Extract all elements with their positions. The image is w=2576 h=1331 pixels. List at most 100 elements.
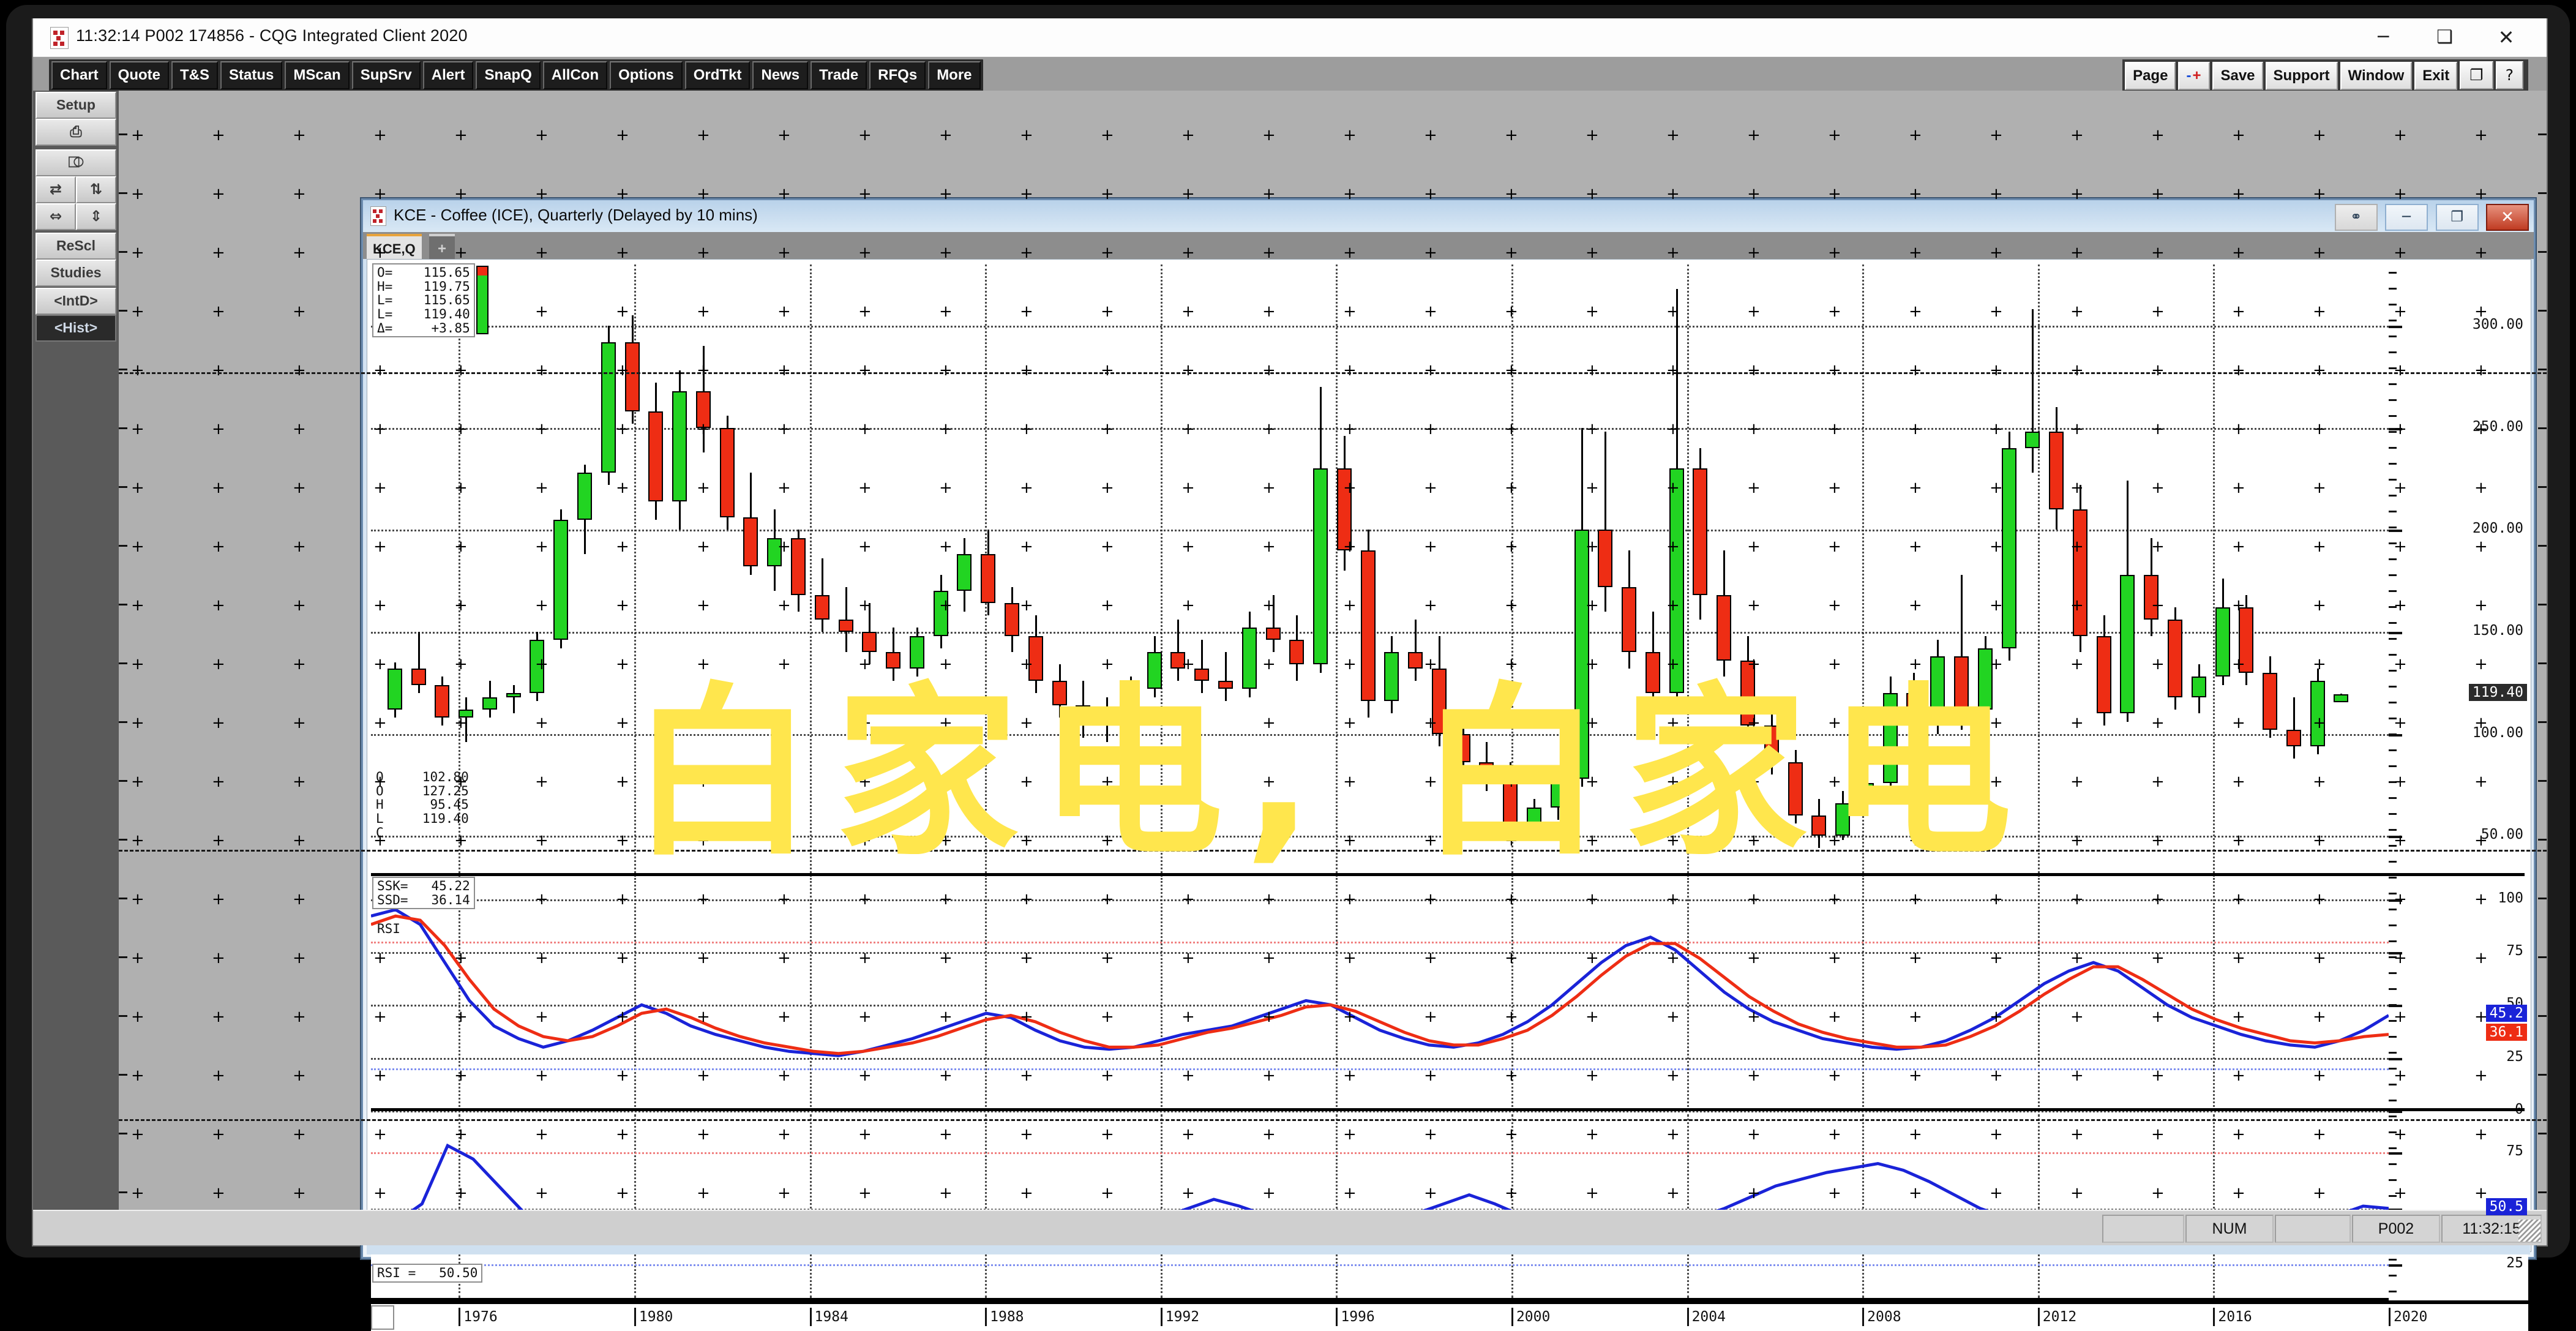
chart-minimize-button[interactable]: ─ bbox=[2385, 204, 2428, 231]
close-button[interactable]: ✕ bbox=[2477, 22, 2536, 53]
resize-grip[interactable] bbox=[2518, 1220, 2540, 1242]
desktop-grid-mark: + bbox=[858, 539, 872, 555]
desktop-grid-mark: + bbox=[2474, 362, 2488, 378]
time-axis-label: 1988 bbox=[985, 1308, 1024, 1326]
desktop-grid-mark: + bbox=[1666, 127, 1680, 143]
link-button[interactable]: ⚭ bbox=[2335, 204, 2378, 231]
global-button-exit[interactable]: Exit bbox=[2414, 62, 2457, 90]
desktop-grid-mark: + bbox=[1505, 362, 1518, 378]
menu-button-mscan[interactable]: MScan bbox=[285, 61, 349, 89]
desktop-grid-mark: + bbox=[1747, 421, 1761, 437]
menu-button-more[interactable]: More bbox=[928, 61, 980, 89]
desktop-grid-mark: + bbox=[1505, 186, 1518, 202]
studies-button[interactable]: Studies bbox=[36, 260, 116, 287]
horizontal-scale-icon[interactable]: ⇄ bbox=[36, 176, 76, 203]
time-axis[interactable]: 1976198019841988199219962000200420082012… bbox=[371, 1302, 2528, 1331]
desktop-grid-mark: + bbox=[777, 421, 791, 437]
desktop-grid-mark: + bbox=[373, 656, 387, 672]
desktop-grid-mark: + bbox=[373, 1185, 387, 1201]
desktop-grid-mark: + bbox=[939, 833, 953, 849]
maximize-button[interactable]: ❑ bbox=[2416, 22, 2474, 53]
price-axis[interactable]: 50.00100.00150.00200.00250.00300.00119.4… bbox=[2389, 260, 2528, 1300]
axis-tick bbox=[2389, 909, 2397, 910]
time-axis-label: 2016 bbox=[2213, 1308, 2252, 1326]
desktop-grid-mark: + bbox=[939, 539, 953, 555]
intraday-button[interactable]: <IntD> bbox=[36, 288, 116, 315]
print-icon[interactable]: ⎙ bbox=[36, 119, 116, 146]
desktop-grid-mark: + bbox=[373, 1068, 387, 1084]
desktop-grid-mark: + bbox=[2151, 656, 2165, 672]
desktop-grid-mark: + bbox=[777, 598, 791, 613]
history-button-label: <Hist> bbox=[54, 320, 97, 336]
chart-close-button[interactable]: ✕ bbox=[2486, 204, 2529, 231]
menu-button-trade[interactable]: Trade bbox=[811, 61, 867, 89]
desktop-grid-mark: + bbox=[777, 1185, 791, 1201]
desktop-grid-mark: + bbox=[293, 774, 306, 790]
chart-restore-button[interactable]: ❐ bbox=[2436, 204, 2479, 231]
global-button-support[interactable]: Support bbox=[2266, 62, 2338, 90]
menu-button-chart[interactable]: Chart bbox=[51, 61, 107, 89]
desktop-grid-mark: + bbox=[293, 539, 306, 555]
menu-button-status[interactable]: Status bbox=[220, 61, 282, 89]
chart-canvas[interactable]: 50.00100.00150.00200.00250.00300.00119.4… bbox=[367, 259, 2531, 1252]
magnet-icon[interactable]: ⎄ bbox=[36, 149, 116, 176]
expand-vertical-icon[interactable]: ⇕ bbox=[76, 203, 116, 230]
desktop-grid-mark: + bbox=[1909, 1068, 1922, 1084]
desktop-grid-mark: + bbox=[1101, 950, 1114, 966]
desktop-edge-tick bbox=[2538, 133, 2547, 135]
setup-button[interactable]: Setup bbox=[36, 92, 116, 119]
menu-button-snapq[interactable]: SnapQ bbox=[476, 61, 540, 89]
desktop-grid-mark: + bbox=[131, 891, 144, 907]
desktop-grid-mark: + bbox=[697, 1185, 710, 1201]
menu-button-ordtkt[interactable]: OrdTkt bbox=[685, 61, 751, 89]
time-axis-scroll-box[interactable] bbox=[371, 1305, 394, 1330]
menu-button-alert[interactable]: Alert bbox=[423, 61, 474, 89]
desktop-grid-mark: + bbox=[939, 656, 953, 672]
desktop-grid-mark: + bbox=[2474, 304, 2488, 320]
desktop-grid-mark: + bbox=[1262, 598, 1276, 613]
menu-button-options[interactable]: Options bbox=[610, 61, 683, 89]
candle-body bbox=[1883, 693, 1898, 783]
global-button-page[interactable]: Page bbox=[2125, 62, 2176, 90]
desktop-edge-tick bbox=[2538, 956, 2547, 958]
axis-tick bbox=[2389, 638, 2397, 640]
rescale-button[interactable]: ReScl bbox=[36, 233, 116, 260]
price-pane[interactable] bbox=[371, 264, 2389, 877]
menu-button-rfqs[interactable]: RFQs bbox=[869, 61, 926, 89]
desktop-grid-mark: + bbox=[777, 304, 791, 320]
expand-horizontal-icon[interactable]: ⇔ bbox=[36, 203, 76, 230]
chart-horizontal-scrollbar[interactable] bbox=[367, 1245, 2530, 1254]
desktop-grid-mark: + bbox=[1343, 833, 1357, 849]
rsi-pane[interactable] bbox=[371, 1114, 2389, 1298]
rsi-axis-label: 25 bbox=[2506, 1255, 2523, 1271]
maximize-icon: ❑ bbox=[2436, 28, 2453, 47]
desktop-grid-mark: + bbox=[939, 186, 953, 202]
desktop-grid-mark: + bbox=[2070, 127, 2084, 143]
candle-body bbox=[411, 669, 426, 685]
desktop-grid-mark: + bbox=[939, 891, 953, 907]
desktop-grid-mark: + bbox=[1343, 891, 1357, 907]
desktop-edge-tick bbox=[119, 133, 127, 135]
axis-tick bbox=[2389, 877, 2397, 879]
global-button-icon6[interactable]: ❐ bbox=[2460, 61, 2493, 89]
global-button-icon1[interactable]: -+ bbox=[2178, 62, 2210, 90]
candle-body bbox=[1693, 468, 1707, 595]
desktop-edge-tick bbox=[2538, 369, 2547, 370]
menu-button-t-s[interactable]: T&S bbox=[171, 61, 218, 89]
desktop-grid-mark: + bbox=[131, 186, 144, 202]
global-button-icon7[interactable]: ? bbox=[2496, 61, 2523, 89]
global-button-save[interactable]: Save bbox=[2212, 62, 2263, 90]
menu-button-supsrv[interactable]: SupSrv bbox=[352, 61, 421, 89]
desktop-grid-mark: + bbox=[131, 421, 144, 437]
menu-button-allcon[interactable]: AllCon bbox=[543, 61, 607, 89]
stochastic-pane[interactable] bbox=[371, 878, 2389, 1111]
desktop-grid-mark: + bbox=[1343, 186, 1357, 202]
global-button-window[interactable]: Window bbox=[2340, 62, 2413, 90]
desktop-grid-mark: + bbox=[1747, 833, 1761, 849]
tab-add-button[interactable]: + bbox=[429, 234, 455, 261]
minimize-button[interactable]: ─ bbox=[2354, 22, 2413, 53]
menu-button-quote[interactable]: Quote bbox=[110, 61, 169, 89]
menu-button-news[interactable]: News bbox=[752, 61, 808, 89]
history-button[interactable]: <Hist> bbox=[36, 315, 116, 342]
vertical-scale-icon[interactable]: ⇅ bbox=[76, 176, 116, 203]
